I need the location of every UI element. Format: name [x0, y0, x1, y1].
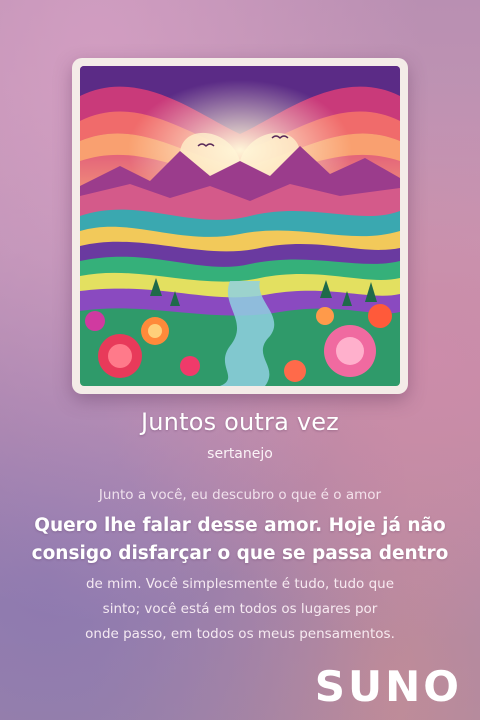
- landscape-illustration: [80, 66, 400, 386]
- album-cover-art: [80, 66, 400, 386]
- album-cover-frame: [72, 58, 408, 394]
- lyric-line-next: sinto; você está em todos os lugares por: [102, 601, 378, 617]
- song-title: Juntos outra vez: [140, 408, 339, 436]
- lyrics-panel: Junto a você, eu descubro o que é o amor…: [20, 484, 460, 647]
- suno-logo: SUNO: [314, 662, 462, 711]
- lyric-line-next: onde passo, em todos os meus pensamentos…: [85, 626, 395, 642]
- lyric-line-next: de mim. Você simplesmente é tudo, tudo q…: [85, 576, 395, 592]
- lyric-line-current: Quero lhe falar desse amor. Hoje já não: [34, 515, 446, 536]
- lyric-line-current: consigo disfarçar o que se passa dentro: [31, 543, 449, 564]
- lyric-line-previous: Junto a você, eu descubro o que é o amor: [98, 487, 382, 503]
- song-genre: sertanejo: [207, 446, 273, 462]
